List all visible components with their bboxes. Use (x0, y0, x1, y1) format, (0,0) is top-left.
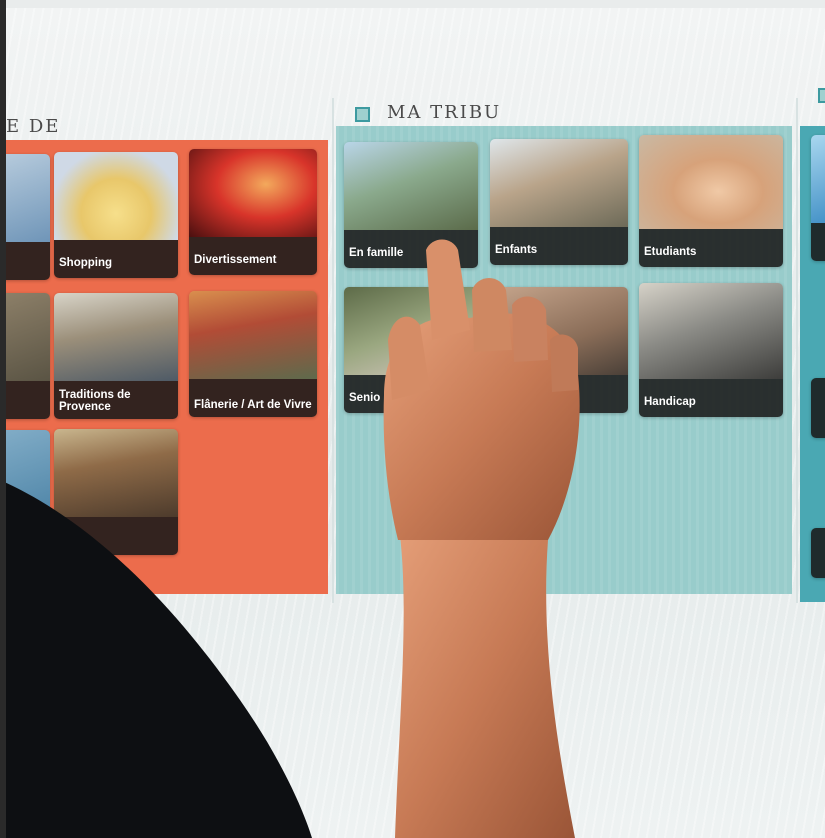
tile-label-bar: Sport (54, 517, 178, 555)
tile-traditions-de-provence[interactable]: Traditions de Provence (54, 293, 178, 419)
ma-tribu-title: MA TRIBU (387, 102, 502, 123)
tile-label-bar: Flânerie / Art de Vivre (189, 379, 317, 417)
tile-handicap[interactable]: Handicap (639, 283, 783, 417)
flanerie-photo (189, 291, 317, 379)
tile-photo (6, 154, 50, 242)
tile-label-bar (490, 375, 628, 413)
tile-enfants[interactable]: Enfants (490, 139, 628, 265)
tile-shopping[interactable]: Shopping (54, 152, 178, 278)
tile-label-bar: Enfants (490, 227, 628, 265)
divertissement-photo (189, 149, 317, 237)
tile-label-bar (811, 528, 825, 578)
tile-label: Handicap (644, 396, 696, 408)
next-section-square-icon (818, 88, 825, 103)
left-section-title: E DE (6, 116, 61, 137)
tile-etudiants[interactable]: Etudiants (639, 135, 783, 267)
tile-seniors[interactable]: Senio (344, 287, 478, 413)
tile-label: En famille (349, 247, 404, 259)
tile-photo (490, 287, 628, 375)
tile-photo (811, 135, 825, 223)
tile-label-bar (6, 381, 50, 419)
tile-label: Sport (59, 534, 90, 546)
tile-label-bar: Shopping (54, 240, 178, 278)
next-section-tile-1[interactable] (811, 135, 825, 261)
next-section-tile-3[interactable] (811, 528, 825, 578)
tile-label: Senio (349, 392, 381, 404)
partial-tile-3[interactable] (6, 430, 50, 556)
tile-en-famille[interactable]: En famille (344, 142, 478, 268)
tile-label-bar: Etudiants (639, 229, 783, 267)
traditions-photo (54, 293, 178, 381)
next-section-tile-2[interactable] (811, 378, 825, 438)
tile-hidden[interactable] (490, 287, 628, 413)
tile-label-bar: En famille (344, 230, 478, 268)
enfants-photo (490, 139, 628, 227)
tile-label: Enfants (495, 244, 538, 256)
tile-label: Shopping (59, 257, 113, 269)
tile-label: Etudiants (644, 246, 697, 258)
tile-flanerie-art-de-vivre[interactable]: Flânerie / Art de Vivre (189, 291, 317, 417)
tile-divertissement[interactable]: Divertissement (189, 149, 317, 275)
tile-label-bar: Traditions de Provence (54, 381, 178, 419)
tile-label: Flânerie / Art de Vivre (194, 399, 312, 411)
tile-label: Traditions de Provence (59, 389, 131, 413)
tile-sport[interactable]: Sport (54, 429, 178, 555)
tile-label-bar (6, 242, 50, 280)
tile-label: Divertissement (194, 254, 277, 266)
partial-tile-2[interactable] (6, 293, 50, 419)
partial-tile-1[interactable] (6, 154, 50, 280)
etudiants-photo (639, 135, 783, 229)
seniors-photo (344, 287, 478, 375)
tile-label-bar (811, 223, 825, 261)
tile-label-bar: Handicap (639, 379, 783, 417)
en-famille-photo (344, 142, 478, 230)
shopping-photo (54, 152, 178, 240)
sport-photo (54, 429, 178, 517)
ma-tribu-square-icon (355, 107, 370, 122)
tile-label-bar (811, 378, 825, 438)
handicap-photo (639, 283, 783, 379)
tile-photo (6, 430, 50, 518)
section-divider (796, 98, 798, 603)
tile-label-bar: Senio (344, 375, 478, 413)
touch-screen: E DE Shopping Divertissement Traditions … (6, 8, 825, 838)
section-divider (332, 98, 334, 603)
tile-photo (6, 293, 50, 381)
tile-label-bar: Divertissement (189, 237, 317, 275)
